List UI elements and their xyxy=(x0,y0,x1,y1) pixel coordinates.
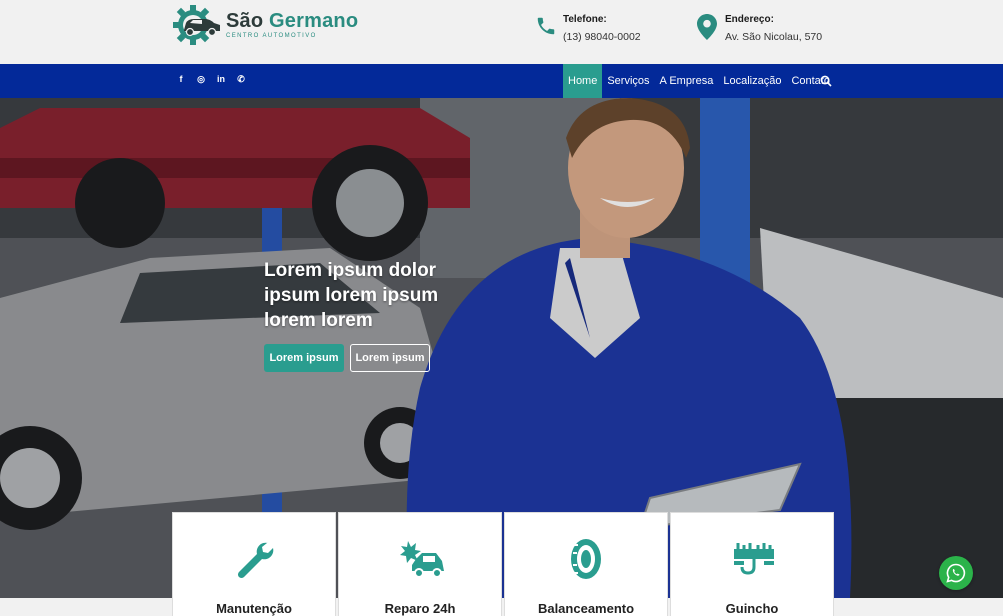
phone-label: Telefone: xyxy=(563,14,607,25)
wrench-icon xyxy=(232,537,276,581)
hero-secondary-button[interactable]: Lorem ipsum xyxy=(350,344,430,372)
social-links: f ◎ in ✆ xyxy=(176,74,246,85)
nav-item-home[interactable]: Home xyxy=(563,64,603,98)
contact-phone: Telefone: (13) 98040-0002 xyxy=(535,12,641,43)
nav-item-a-empresa[interactable]: A Empresa xyxy=(655,64,719,98)
linkedin-icon[interactable]: in xyxy=(216,74,226,85)
phone-value[interactable]: (13) 98040-0002 xyxy=(563,31,641,43)
hero-title: Lorem ipsum dolor ipsum lorem ipsum lore… xyxy=(264,260,439,331)
brand-name: São Germano xyxy=(226,10,359,32)
whatsapp-icon[interactable]: ✆ xyxy=(236,74,246,85)
brand-tagline: CENTRO AUTOMOTIVO xyxy=(226,33,317,39)
phone-icon xyxy=(535,14,557,42)
gear-car-logo-icon xyxy=(172,4,222,46)
tow-hook-icon xyxy=(730,537,774,581)
service-card-balanceamento[interactable]: Balanceamento xyxy=(504,512,668,616)
address-label: Endereço: xyxy=(725,14,774,25)
services-cards: Manutenção Reparo 24h Balanceamento Guin… xyxy=(172,512,834,616)
facebook-icon[interactable]: f xyxy=(176,74,186,85)
contact-address: Endereço: Av. São Nicolau, 570 xyxy=(697,12,822,43)
service-title: Balanceamento xyxy=(537,601,635,616)
tire-icon xyxy=(564,537,608,581)
main-navbar: f ◎ in ✆ Home Serviços A Empresa Localiz… xyxy=(0,64,1003,98)
service-card-guincho[interactable]: Guincho xyxy=(670,512,834,616)
nav-item-localizacao[interactable]: Localização xyxy=(718,64,786,98)
map-pin-icon xyxy=(697,14,719,42)
search-icon[interactable] xyxy=(820,74,832,87)
service-title: Reparo 24h xyxy=(384,601,456,616)
whatsapp-floating-button[interactable] xyxy=(939,556,973,590)
address-value: Av. São Nicolau, 570 xyxy=(725,31,823,43)
instagram-icon[interactable]: ◎ xyxy=(196,74,206,85)
service-title: Manutenção xyxy=(216,601,292,616)
car-crash-icon xyxy=(398,537,444,581)
top-header: São Germano CENTRO AUTOMOTIVO Telefone: … xyxy=(0,0,1003,64)
logo[interactable]: São Germano CENTRO AUTOMOTIVO xyxy=(172,4,358,46)
hero-primary-button[interactable]: Lorem ipsum xyxy=(264,344,344,372)
nav-menu: Home Serviços A Empresa Localização Cont… xyxy=(563,64,835,98)
service-card-manutencao[interactable]: Manutenção xyxy=(172,512,336,616)
service-title: Guincho xyxy=(725,601,779,616)
nav-item-servicos[interactable]: Serviços xyxy=(602,64,654,98)
service-card-reparo-24h[interactable]: Reparo 24h xyxy=(338,512,502,616)
whatsapp-icon xyxy=(946,563,966,583)
